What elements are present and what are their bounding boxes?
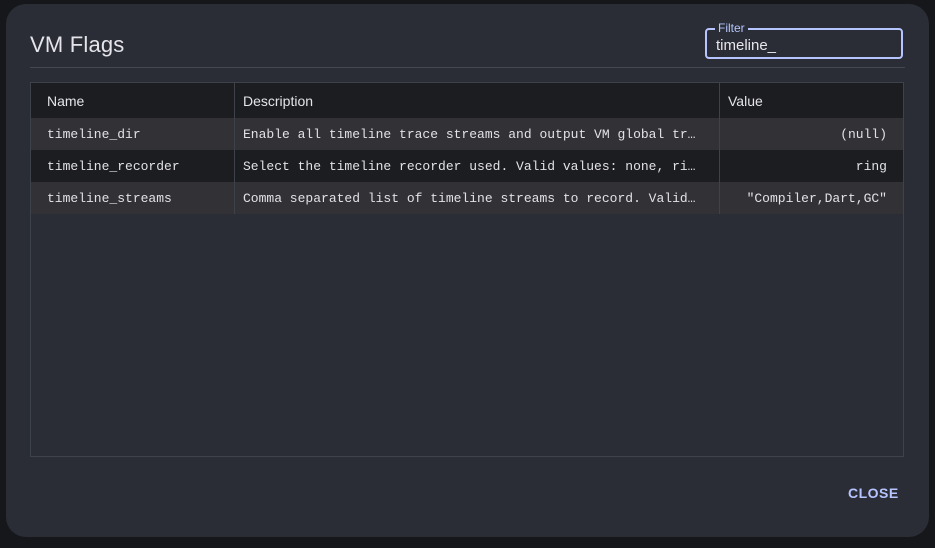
- column-header-description[interactable]: Description: [235, 83, 720, 118]
- flag-value: (null): [840, 126, 887, 142]
- flag-name: timeline_streams: [31, 182, 235, 214]
- flag-description: Enable all timeline trace streams and ou…: [235, 118, 720, 150]
- filter-label: Filter: [715, 21, 748, 35]
- flag-description: Select the timeline recorder used. Valid…: [235, 150, 720, 182]
- flag-name: timeline_dir: [31, 118, 235, 150]
- table-row[interactable]: timeline_dir Enable all timeline trace s…: [31, 118, 903, 150]
- column-header-name[interactable]: Name: [31, 83, 235, 118]
- vm-flags-dialog: VM Flags Filter Name Description Value t…: [6, 4, 929, 537]
- table-header: Name Description Value: [31, 83, 903, 118]
- vm-flags-table: Name Description Value timeline_dir Enab…: [30, 82, 904, 457]
- dialog-title: VM Flags: [30, 32, 125, 57]
- flag-value: ring: [855, 158, 887, 174]
- table-row[interactable]: timeline_streams Comma separated list of…: [31, 182, 903, 214]
- flag-value: "Compiler,Dart,GC": [746, 190, 887, 206]
- title-divider: [30, 67, 905, 68]
- column-header-value[interactable]: Value: [720, 83, 903, 118]
- flag-name: timeline_recorder: [31, 150, 235, 182]
- flag-description: Comma separated list of timeline streams…: [235, 182, 720, 214]
- table-row[interactable]: timeline_recorder Select the timeline re…: [31, 150, 903, 182]
- filter-input[interactable]: [716, 37, 886, 54]
- close-button[interactable]: CLOSE: [848, 485, 899, 501]
- filter-field[interactable]: Filter: [705, 21, 903, 59]
